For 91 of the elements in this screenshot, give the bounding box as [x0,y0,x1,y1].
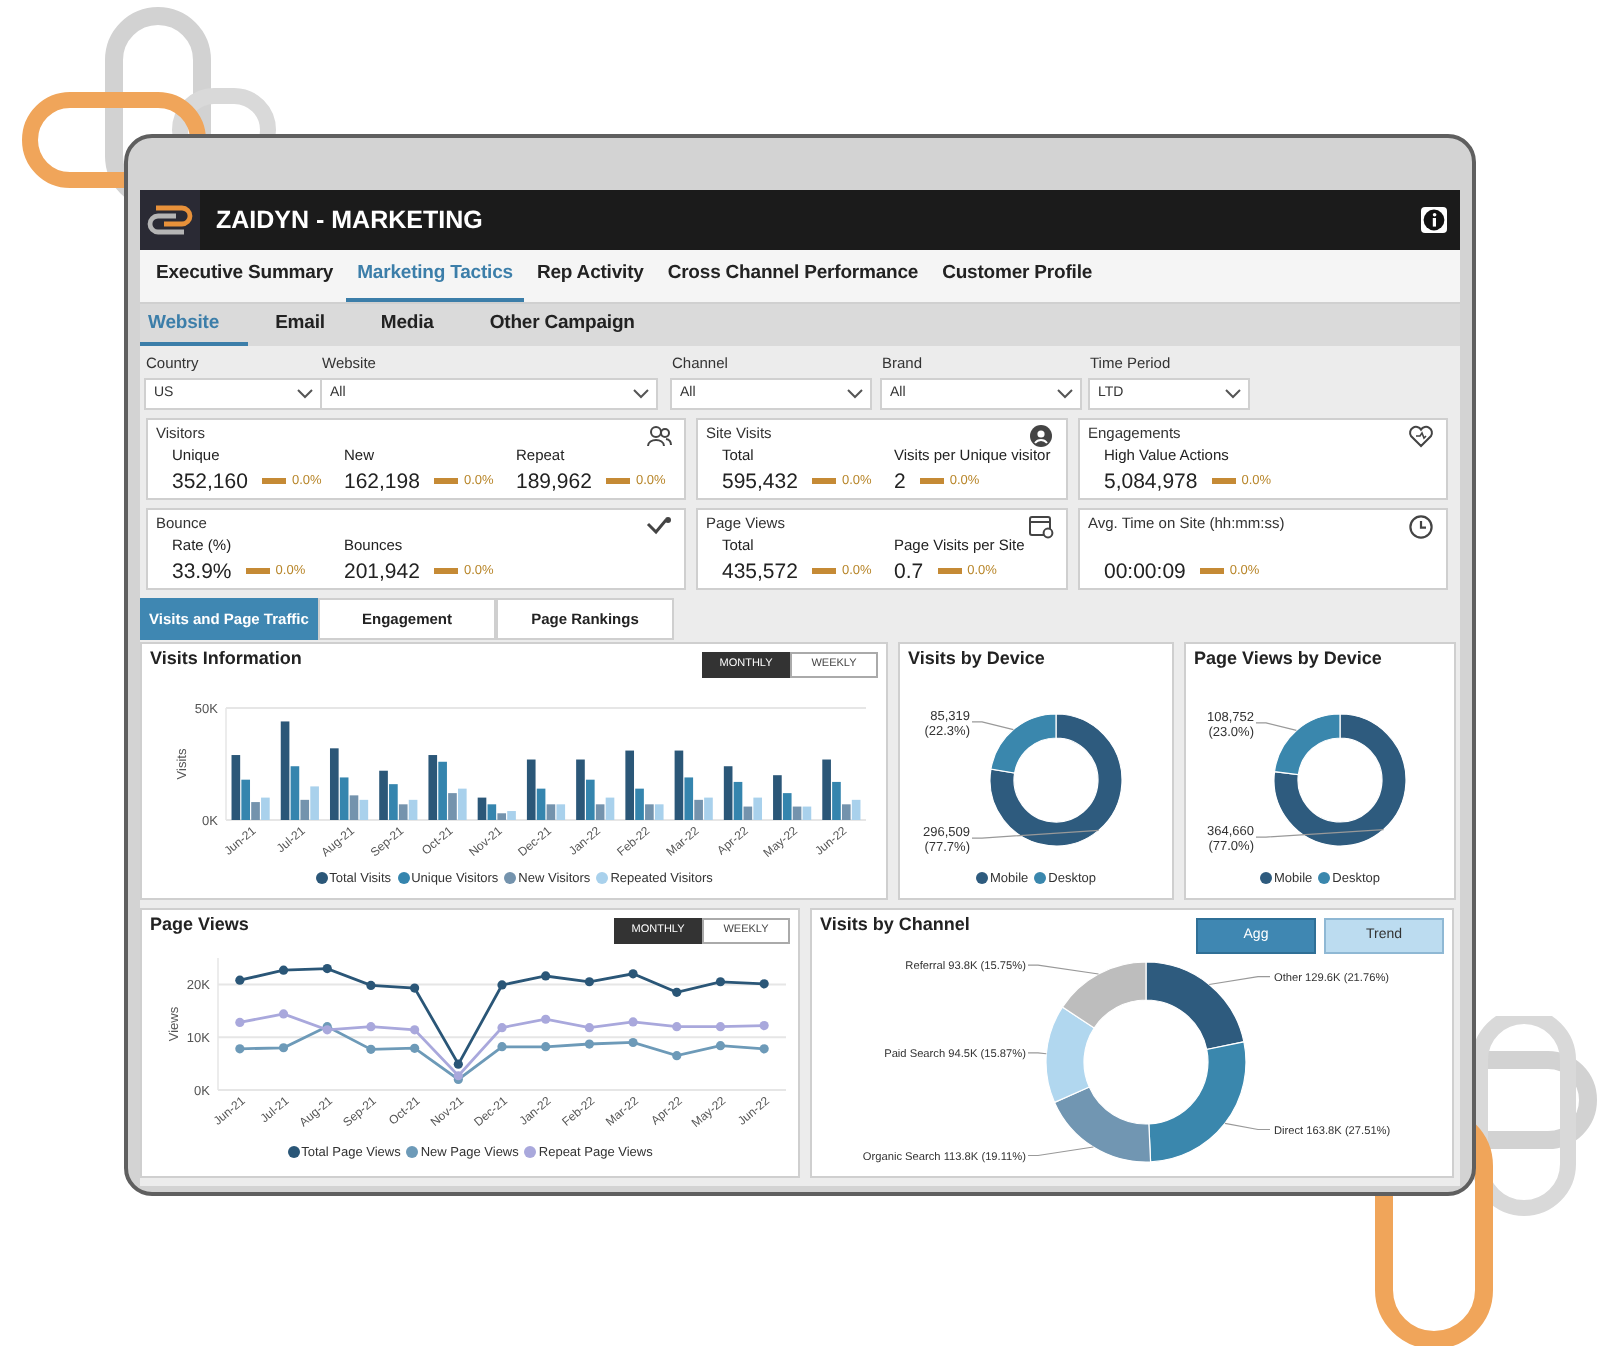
caret-icon [846,387,864,400]
point [672,987,682,997]
caret-icon [632,387,650,400]
caret-icon [296,387,314,400]
metric-value: 352,160 [172,469,248,494]
flat-trend-icon [919,478,944,485]
flat-trend-icon [1199,568,1224,575]
heart-icon [1408,423,1434,450]
point [628,968,638,978]
point [759,1020,769,1030]
panel-title: Visits by Channel [820,913,970,934]
flat-trend-icon [937,568,962,575]
point [541,1041,551,1051]
point [628,1016,638,1027]
leader-line [1027,964,1100,975]
metric-value: 00:00:09 [1104,559,1186,584]
point [278,1042,289,1052]
tab[interactable]: Executive Summary [144,250,346,302]
panel-title: Page Views by Device [1194,647,1382,668]
tab[interactable]: Cross Channel Performance [655,250,931,302]
clock-icon [1408,513,1434,540]
point [497,1041,507,1051]
metric-value: 5,084,978 [1104,469,1198,494]
info-icon[interactable] [1420,206,1448,234]
point [366,1044,376,1054]
point [715,1040,726,1050]
flat-trend-icon [433,478,458,485]
tab[interactable]: Rep Activity [524,250,656,302]
point [672,1021,682,1031]
point [410,1043,420,1053]
point [235,1043,245,1053]
caret-icon [1056,387,1074,400]
point [715,1021,726,1031]
checkmark-icon [646,513,672,540]
point [759,1043,769,1053]
panel-title: Visits by Device [908,647,1045,668]
metric-value: 189,962 [516,469,592,494]
point [715,976,726,986]
leader-line [1027,1051,1047,1054]
point [410,1024,420,1034]
point [497,979,507,990]
metric-value: 201,942 [344,559,420,584]
leader-line [1208,975,1271,985]
point [366,980,376,990]
point [672,1050,682,1060]
point [453,1059,463,1069]
flat-trend-icon [811,568,836,575]
tab[interactable]: Customer Profile [930,250,1105,302]
flat-trend-icon [1211,478,1236,485]
point [278,965,289,975]
logo-icon [140,190,200,250]
caret-icon [1224,387,1242,400]
metric-value: 2 [894,469,906,494]
point [235,975,245,985]
leader-line [971,828,1100,838]
people-icon [646,423,672,450]
point [322,963,332,973]
flat-trend-icon [261,478,286,485]
metric-value: 435,572 [722,559,798,584]
tab[interactable]: Media [372,303,462,346]
flat-trend-icon [433,568,458,575]
point [759,978,769,989]
point [497,1022,507,1032]
leader-line [1255,721,1297,731]
point [541,1014,551,1024]
leader-line [1255,828,1385,837]
panel-title: Page Views [150,913,249,934]
point [628,1037,638,1047]
flat-trend-icon [605,478,630,485]
leader-line [1224,1122,1271,1130]
point [584,1022,594,1032]
panel-title: Visits Information [150,647,302,668]
flat-trend-icon [811,478,836,485]
flat-trend-icon [245,568,270,575]
tab[interactable]: Email [267,303,353,346]
point [584,1039,594,1049]
app-title: ZAIDYN - MARKETING [216,206,485,234]
point [366,1021,376,1031]
tab[interactable]: Other Campaign [481,303,663,346]
point [410,983,420,993]
metric-value: 595,432 [722,469,798,494]
point [541,970,551,981]
point [235,1017,245,1027]
leader-line [971,720,1014,730]
point [278,1008,289,1019]
metric-value: 162,198 [344,469,420,494]
leader-line [1027,1146,1094,1156]
metric-value: 0.7 [894,559,924,584]
point [584,976,594,986]
browser-window-icon [1028,513,1054,540]
metric-value: 33.9% [172,559,232,584]
